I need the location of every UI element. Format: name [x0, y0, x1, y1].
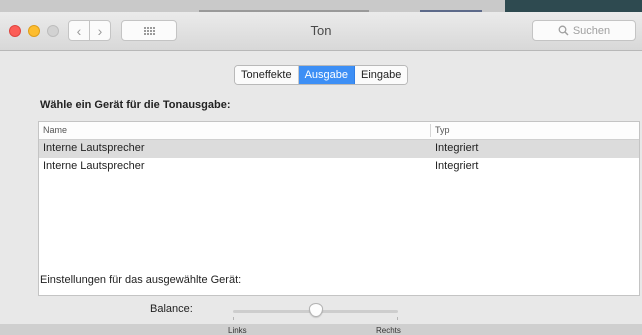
sound-preferences-window: ‹ › Ton Suchen Toneffekte Ausgabe Eingab…: [0, 12, 642, 335]
balance-label: Balance:: [150, 303, 193, 315]
content-area: Toneffekte Ausgabe Eingabe Wähle ein Ger…: [0, 51, 642, 335]
tab-eingabe[interactable]: Eingabe: [355, 66, 408, 84]
title-bar: ‹ › Ton Suchen: [0, 12, 642, 51]
search-placeholder: Suchen: [572, 24, 611, 37]
column-header-type[interactable]: Typ: [435, 125, 450, 135]
table-header: Name Typ: [39, 122, 639, 140]
table-row[interactable]: Interne Lautsprecher Integriert: [39, 158, 639, 176]
slider-tick: [233, 317, 234, 320]
device-name: Interne Lautsprecher: [43, 142, 145, 154]
table-row[interactable]: Interne Lautsprecher Integriert: [39, 140, 639, 158]
search-field[interactable]: Suchen: [532, 20, 636, 41]
section-title: Wähle ein Gerät für die Tonausgabe:: [40, 99, 231, 111]
output-device-table[interactable]: Name Typ Interne Lautsprecher Integriert…: [38, 121, 640, 296]
balance-max-label: Rechts: [376, 326, 401, 335]
device-type: Integriert: [435, 142, 479, 154]
search-icon: [558, 25, 569, 36]
balance-min-label: Links: [228, 326, 247, 335]
settings-label: Einstellungen für das ausgewählte Gerät:: [40, 274, 242, 286]
column-header-name[interactable]: Name: [43, 125, 67, 135]
column-divider: [430, 124, 431, 137]
device-type: Integriert: [435, 160, 479, 172]
device-name: Interne Lautsprecher: [43, 160, 145, 172]
slider-tick: [397, 317, 398, 320]
balance-slider-knob[interactable]: [308, 303, 323, 317]
tab-toneffekte[interactable]: Toneffekte: [235, 66, 299, 84]
tab-ausgabe[interactable]: Ausgabe: [298, 66, 355, 84]
tab-bar: Toneffekte Ausgabe Eingabe: [234, 65, 409, 85]
